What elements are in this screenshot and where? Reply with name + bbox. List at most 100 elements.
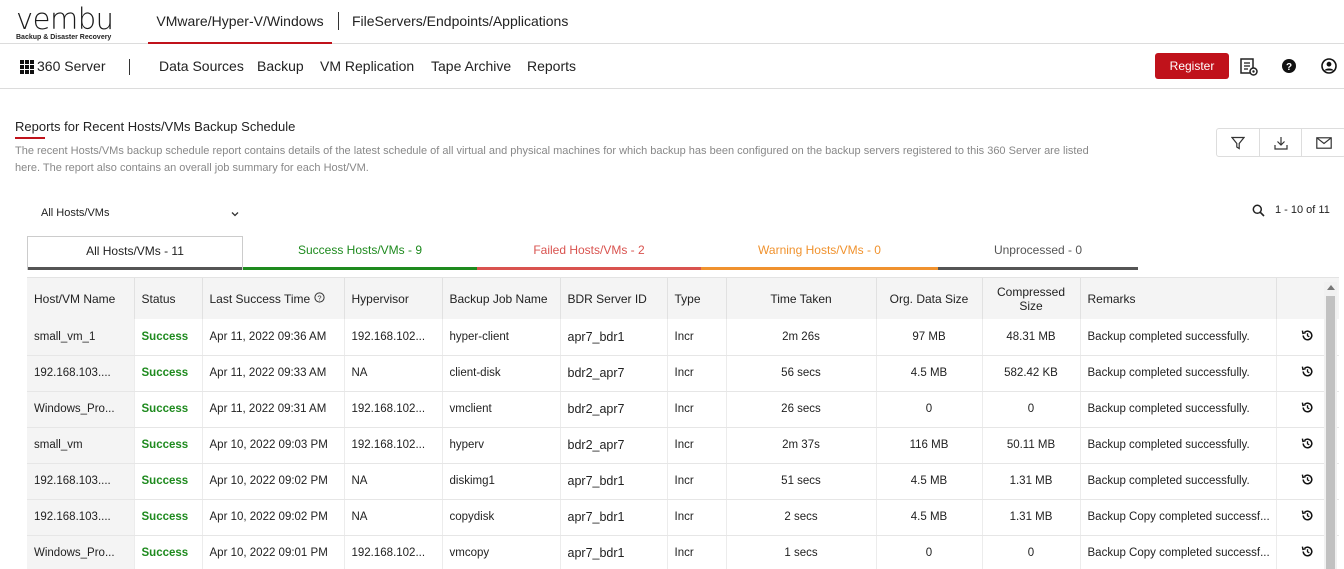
cell-host-vm-name[interactable]: 192.168.103.... bbox=[27, 499, 135, 536]
scrollbar-thumb[interactable] bbox=[1326, 296, 1335, 569]
cell-hypervisor: 192.168.102... bbox=[344, 319, 443, 356]
cell-host-vm-name[interactable]: 192.168.103.... bbox=[27, 463, 135, 500]
table-row[interactable]: 192.168.103.... Success Apr 10, 2022 09:02… bbox=[27, 463, 1339, 500]
report-actions bbox=[1216, 128, 1344, 157]
table-scrollbar[interactable] bbox=[1324, 282, 1337, 569]
tab-unprocessed-bar bbox=[938, 267, 1138, 270]
nav-home-360-server[interactable]: 360 Server bbox=[37, 58, 105, 74]
history-icon[interactable] bbox=[1301, 474, 1314, 489]
cell-hypervisor: 192.168.102... bbox=[344, 535, 443, 569]
filter-icon[interactable] bbox=[1217, 129, 1260, 156]
history-icon[interactable] bbox=[1301, 510, 1314, 525]
tab-all-hosts-bar bbox=[28, 267, 242, 270]
table-row[interactable]: small_vm_1 Success Apr 11, 2022 09:36 AM 19… bbox=[27, 319, 1339, 356]
col-compressed-size[interactable]: Compressed Size bbox=[982, 278, 1081, 319]
col-time-taken[interactable]: Time Taken bbox=[726, 278, 877, 319]
tab-success-hosts-bar bbox=[243, 267, 477, 270]
help-icon[interactable]: ? bbox=[1280, 57, 1300, 77]
cell-hypervisor: NA bbox=[344, 499, 443, 536]
title-underline bbox=[15, 137, 45, 139]
col-org-data-size[interactable]: Org. Data Size bbox=[876, 278, 983, 319]
cell-hypervisor: NA bbox=[344, 355, 443, 392]
settings-list-icon[interactable] bbox=[1239, 57, 1259, 77]
table-row[interactable]: small_vm Success Apr 10, 2022 09:03 PM 192.… bbox=[27, 427, 1339, 464]
apps-grid-icon[interactable] bbox=[20, 60, 34, 74]
col-status[interactable]: Status bbox=[134, 278, 203, 319]
cell-host-vm-name[interactable]: Windows_Pro... bbox=[27, 535, 135, 569]
top-tab-divider bbox=[338, 12, 339, 30]
info-icon[interactable]: ? bbox=[313, 291, 325, 303]
tab-failed-hosts[interactable]: Failed Hosts/VMs - 2 bbox=[477, 236, 701, 270]
cell-compressed-size: 1.31 MB bbox=[982, 463, 1081, 500]
pagination-info: 1 - 10 of 11 bbox=[1275, 204, 1330, 216]
table-row[interactable]: Windows_Pro... Success Apr 10, 2022 09:01 … bbox=[27, 535, 1339, 569]
mail-icon[interactable] bbox=[1302, 129, 1344, 156]
cell-status: Success bbox=[134, 499, 203, 536]
cell-host-vm-name[interactable]: small_vm bbox=[27, 427, 135, 464]
history-icon[interactable] bbox=[1301, 546, 1314, 561]
nav-vm-replication[interactable]: VM Replication bbox=[320, 58, 414, 74]
user-icon[interactable] bbox=[1320, 57, 1340, 77]
cell-org-data-size: 0 bbox=[876, 535, 983, 569]
tab-warning-hosts[interactable]: Warning Hosts/VMs - 0 bbox=[701, 236, 938, 270]
table-row[interactable]: Windows_Pro... Success Apr 11, 2022 09:31 … bbox=[27, 391, 1339, 428]
cell-backup-job-name[interactable]: copydisk bbox=[442, 499, 561, 536]
tab-all-hosts[interactable]: All Hosts/VMs - 11 bbox=[27, 236, 243, 270]
cell-host-vm-name[interactable]: 192.168.103.... bbox=[27, 355, 135, 392]
search-icon[interactable] bbox=[1252, 204, 1265, 222]
tab-vmware-hyperv-windows[interactable]: VMware/Hyper-V/Windows bbox=[148, 0, 332, 44]
table-row[interactable]: 192.168.103.... Success Apr 11, 2022 09:33… bbox=[27, 355, 1339, 392]
cell-remarks: Backup completed successfully. bbox=[1080, 427, 1277, 464]
cell-backup-job-name[interactable]: vmcopy bbox=[442, 535, 561, 569]
history-icon[interactable] bbox=[1301, 330, 1314, 345]
tab-success-hosts[interactable]: Success Hosts/VMs - 9 bbox=[243, 236, 477, 270]
cell-backup-job-name[interactable]: diskimg1 bbox=[442, 463, 561, 500]
table-row[interactable]: 192.168.103.... Success Apr 10, 2022 09:02… bbox=[27, 499, 1339, 536]
cell-host-vm-name[interactable]: Windows_Pro... bbox=[27, 391, 135, 428]
col-type[interactable]: Type bbox=[667, 278, 727, 319]
cell-time-taken: 56 secs bbox=[726, 355, 877, 392]
cell-backup-job-name[interactable]: vmclient bbox=[442, 391, 561, 428]
cell-last-success-time: Apr 10, 2022 09:03 PM bbox=[202, 427, 345, 464]
logo-text: vembu bbox=[16, 2, 114, 36]
hosts-filter-select[interactable]: All Hosts/VMs bbox=[41, 207, 241, 219]
register-button[interactable]: Register bbox=[1155, 53, 1229, 79]
cell-org-data-size: 0 bbox=[876, 391, 983, 428]
cell-time-taken: 2m 26s bbox=[726, 319, 877, 356]
history-icon[interactable] bbox=[1301, 366, 1314, 381]
cell-backup-job-name[interactable]: hyperv bbox=[442, 427, 561, 464]
tab-warning-hosts-label: Warning Hosts/VMs - 0 bbox=[758, 243, 881, 257]
cell-backup-job-name[interactable]: hyper-client bbox=[442, 319, 561, 356]
cell-host-vm-name[interactable]: small_vm_1 bbox=[27, 319, 135, 356]
cell-remarks: Backup completed successfully. bbox=[1080, 463, 1277, 500]
nav-backup[interactable]: Backup bbox=[257, 58, 304, 74]
cell-time-taken: 1 secs bbox=[726, 535, 877, 569]
nav-data-sources[interactable]: Data Sources bbox=[159, 58, 244, 74]
cell-remarks: Backup completed successfully. bbox=[1080, 319, 1277, 356]
nav-reports[interactable]: Reports bbox=[527, 58, 576, 74]
col-host-vm-name[interactable]: Host/VM Name bbox=[27, 278, 135, 319]
cell-remarks: Backup completed successfully. bbox=[1080, 391, 1277, 428]
cell-type: Incr bbox=[667, 499, 727, 536]
cell-type: Incr bbox=[667, 319, 727, 356]
col-last-success-time-label: Last Success Time bbox=[209, 291, 311, 306]
col-bdr-server-id[interactable]: BDR Server ID bbox=[560, 278, 668, 319]
col-remarks[interactable]: Remarks bbox=[1080, 278, 1277, 319]
vembu-logo[interactable]: vembu Backup & Disaster Recovery bbox=[16, 4, 126, 41]
col-last-success-time[interactable]: Last Success Time ? bbox=[202, 278, 345, 319]
history-icon[interactable] bbox=[1301, 402, 1314, 417]
history-icon[interactable] bbox=[1301, 438, 1314, 453]
col-backup-job-name[interactable]: Backup Job Name bbox=[442, 278, 561, 319]
nav-tape-archive[interactable]: Tape Archive bbox=[431, 58, 511, 74]
download-icon[interactable] bbox=[1260, 129, 1303, 156]
col-hypervisor[interactable]: Hypervisor bbox=[344, 278, 443, 319]
cell-hypervisor: 192.168.102... bbox=[344, 427, 443, 464]
cell-compressed-size: 0 bbox=[982, 535, 1081, 569]
cell-backup-job-name[interactable]: client-disk bbox=[442, 355, 561, 392]
cell-bdr-server-id: apr7_bdr1 bbox=[560, 499, 668, 536]
tab-failed-hosts-bar bbox=[477, 267, 701, 270]
chevron-down-icon[interactable] bbox=[230, 206, 240, 224]
tab-fileservers-endpoints-applications[interactable]: FileServers/Endpoints/Applications bbox=[352, 0, 568, 44]
scroll-up-arrow-icon[interactable] bbox=[1327, 285, 1335, 290]
tab-unprocessed[interactable]: Unprocessed - 0 bbox=[938, 236, 1138, 270]
